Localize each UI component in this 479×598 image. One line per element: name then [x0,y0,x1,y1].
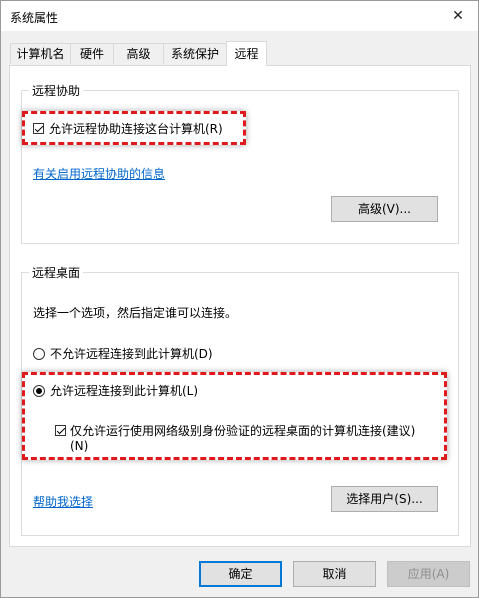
disallow-remote-radio[interactable] [33,348,45,360]
remote-desktop-group-label: 远程桌面 [29,264,84,281]
tab-remote[interactable]: 远程 [226,41,267,66]
help-me-choose-link[interactable]: 帮助我选择 [33,493,93,510]
window-title: 系统属性 [10,11,59,25]
title-bar: 系统属性 ✕ [1,1,478,31]
disallow-remote-label[interactable]: 不允许远程连接到此计算机(D) [50,345,213,362]
tab-computer-name[interactable]: 计算机名 [10,43,71,64]
close-icon[interactable]: ✕ [438,1,478,31]
remote-desktop-instruction: 选择一个选项，然后指定谁可以连接。 [33,306,238,320]
cancel-button[interactable]: 取消 [293,561,376,587]
annotation-highlight-remote-assistance [22,111,246,145]
select-users-button[interactable]: 选择用户(S)... [331,486,438,512]
tab-system-protection[interactable]: 系统保护 [163,43,227,64]
ok-button[interactable]: 确定 [199,561,282,587]
annotation-highlight-remote-desktop [22,372,447,460]
tab-advanced[interactable]: 高级 [113,43,164,64]
advanced-button[interactable]: 高级(V)... [331,196,438,222]
system-properties-dialog: 系统属性 ✕ 计算机名 硬件 高级 系统保护 远程 远程协助 允许远程协助连接这… [0,0,479,598]
remote-assistance-info-link[interactable]: 有关启用远程协助的信息 [33,165,165,182]
tab-hardware[interactable]: 硬件 [70,43,114,64]
apply-button[interactable]: 应用(A) [387,561,470,587]
remote-assistance-group-label: 远程协助 [29,82,84,99]
